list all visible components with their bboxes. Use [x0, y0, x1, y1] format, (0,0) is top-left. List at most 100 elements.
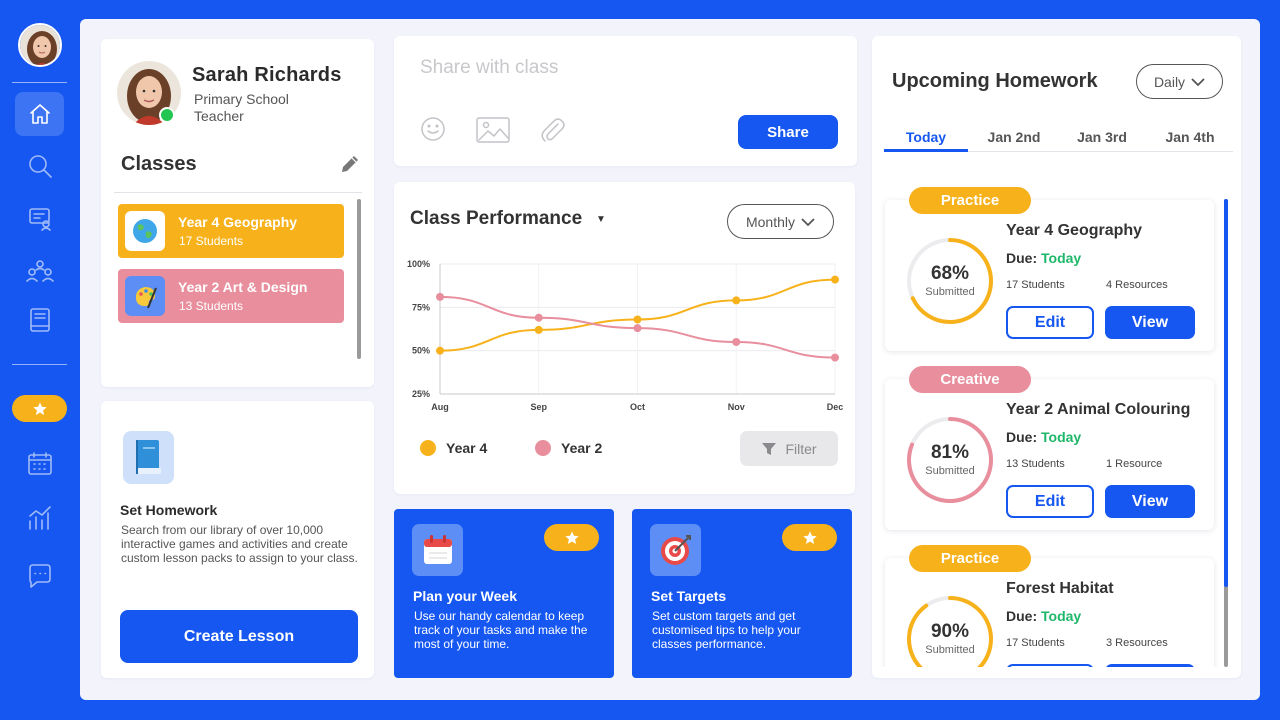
- filter-button[interactable]: Filter: [740, 431, 838, 466]
- sidebar-item-chat[interactable]: [15, 554, 64, 598]
- due-value: Today: [1041, 608, 1082, 624]
- set-targets-tile[interactable]: Set Targets Set custom targets and get c…: [632, 509, 852, 678]
- sidebar-divider: [12, 82, 67, 83]
- edit-button[interactable]: Edit: [1006, 485, 1094, 518]
- edit-button[interactable]: Edit: [1006, 306, 1094, 339]
- tab-today[interactable]: Today: [884, 129, 968, 152]
- legend-year2: Year 2: [535, 440, 602, 456]
- tile-title: Plan your Week: [413, 588, 518, 604]
- performance-chart: 100% 75% 50% 25%Aug Sep Oct Nov Dec: [407, 259, 843, 412]
- edit-classes-button[interactable]: [338, 152, 362, 176]
- homework-scrollbar-thumb[interactable]: [1224, 199, 1228, 587]
- x-tick-label: Sep: [530, 402, 547, 412]
- homework-card[interactable]: Practice 68% Submitted Year 4 Geography …: [885, 187, 1214, 351]
- period-dropdown[interactable]: Daily: [1136, 64, 1223, 99]
- data-point: [732, 338, 741, 346]
- plan-week-tile[interactable]: Plan your Week Use our handy calendar to…: [394, 509, 614, 678]
- homework-resources: 4 Resources: [1106, 279, 1168, 291]
- favourites-button[interactable]: [12, 395, 67, 422]
- legend-label: Year 2: [561, 440, 603, 456]
- homework-card[interactable]: Practice 90% Submitted Forest Habitat Du…: [885, 545, 1214, 667]
- view-button[interactable]: View: [1105, 485, 1195, 518]
- data-point: [831, 353, 839, 362]
- attach-button[interactable]: [538, 116, 568, 151]
- calendar-icon: [27, 452, 52, 475]
- data-point: [633, 315, 642, 324]
- y-tick-label: 75%: [412, 302, 430, 312]
- search-icon: [28, 155, 52, 178]
- star-icon: [32, 401, 47, 415]
- due-value: Today: [1041, 429, 1082, 445]
- sidebar-item-home[interactable]: [15, 92, 64, 136]
- book-icon: [29, 308, 50, 332]
- data-point: [831, 275, 839, 284]
- data-point: [436, 292, 444, 301]
- share-input[interactable]: [420, 57, 720, 79]
- analytics-icon: [28, 506, 51, 530]
- submitted-label: Submitted: [925, 465, 975, 477]
- submitted-percent: 81%: [930, 442, 970, 463]
- sidebar-item-search[interactable]: [15, 144, 64, 188]
- sidebar-item-students[interactable]: [15, 248, 64, 292]
- submitted-label: Submitted: [925, 286, 975, 298]
- share-card: Share: [394, 36, 857, 166]
- class-name: Year 4 Geography: [178, 214, 298, 230]
- students-icon: [25, 260, 54, 282]
- homework-name: Year 4 Geography: [1006, 222, 1143, 239]
- due-label: Due:: [1006, 429, 1038, 445]
- due-value: Today: [1041, 250, 1082, 266]
- create-lesson-button[interactable]: Create Lesson: [120, 610, 358, 663]
- tab-jan-2nd[interactable]: Jan 2nd: [972, 129, 1056, 152]
- due-label: Due:: [1006, 250, 1038, 266]
- tile-title: Set Targets: [651, 588, 727, 604]
- star-icon: [564, 530, 579, 544]
- view-button[interactable]: View: [1105, 664, 1195, 667]
- view-button[interactable]: View: [1105, 306, 1195, 339]
- chevron-down-icon: [1191, 77, 1205, 86]
- image-icon: [476, 117, 510, 143]
- main-panel: Sarah Richards Primary School Teacher Cl…: [80, 19, 1260, 700]
- data-point: [534, 325, 543, 334]
- x-tick-label: Aug: [431, 402, 449, 412]
- sidebar-item-book[interactable]: [15, 298, 64, 342]
- x-tick-label: Nov: [728, 402, 745, 412]
- pencil-icon: [342, 156, 358, 172]
- favourite-star-button[interactable]: [544, 524, 599, 551]
- legend-swatch: [420, 440, 436, 456]
- sidebar-item-classroom[interactable]: [15, 196, 64, 240]
- data-point: [732, 296, 741, 305]
- sidebar-divider: [12, 364, 67, 365]
- image-upload-button[interactable]: [476, 116, 510, 149]
- homework-due: Due: Today: [1006, 250, 1081, 266]
- emoji-button[interactable]: [420, 116, 446, 147]
- homework-tag: Creative: [909, 366, 1031, 393]
- y-tick-label: 25%: [412, 389, 430, 399]
- edit-button[interactable]: Edit: [1006, 664, 1094, 667]
- homework-students: 17 Students: [1006, 637, 1065, 649]
- globe-icon: [125, 211, 165, 251]
- homework-tag: Practice: [909, 187, 1031, 214]
- favourite-star-button[interactable]: [782, 524, 837, 551]
- submitted-percent: 90%: [930, 621, 970, 642]
- homework-list: Practice 68% Submitted Year 4 Geography …: [872, 176, 1241, 667]
- target-icon: [650, 524, 701, 576]
- share-button[interactable]: Share: [738, 115, 838, 149]
- homework-students: 17 Students: [1006, 279, 1065, 291]
- homework-card[interactable]: Creative 81% Submitted Year 2 Animal Col…: [885, 366, 1214, 530]
- tile-description: Use our handy calendar to keep track of …: [414, 609, 588, 651]
- x-tick-label: Oct: [630, 402, 645, 412]
- home-icon: [29, 104, 50, 124]
- class-item-year4-geography[interactable]: Year 4 Geography 17 Students: [118, 204, 344, 258]
- sidebar-item-calendar[interactable]: [15, 442, 64, 486]
- sidebar-item-analytics[interactable]: [15, 496, 64, 540]
- classes-title: Classes: [121, 153, 197, 175]
- classes-scrollbar[interactable]: [357, 199, 361, 359]
- homework-name: Year 2 Animal Colouring: [1006, 401, 1191, 418]
- user-avatar[interactable]: [18, 23, 62, 67]
- paperclip-icon: [541, 118, 565, 142]
- profile-card: Sarah Richards Primary School Teacher Cl…: [101, 39, 374, 387]
- tab-jan-4th[interactable]: Jan 4th: [1148, 129, 1232, 152]
- tab-jan-3rd[interactable]: Jan 3rd: [1060, 129, 1144, 152]
- homework-due: Due: Today: [1006, 608, 1081, 624]
- class-item-year2-art[interactable]: Year 2 Art & Design 13 Students: [118, 269, 344, 323]
